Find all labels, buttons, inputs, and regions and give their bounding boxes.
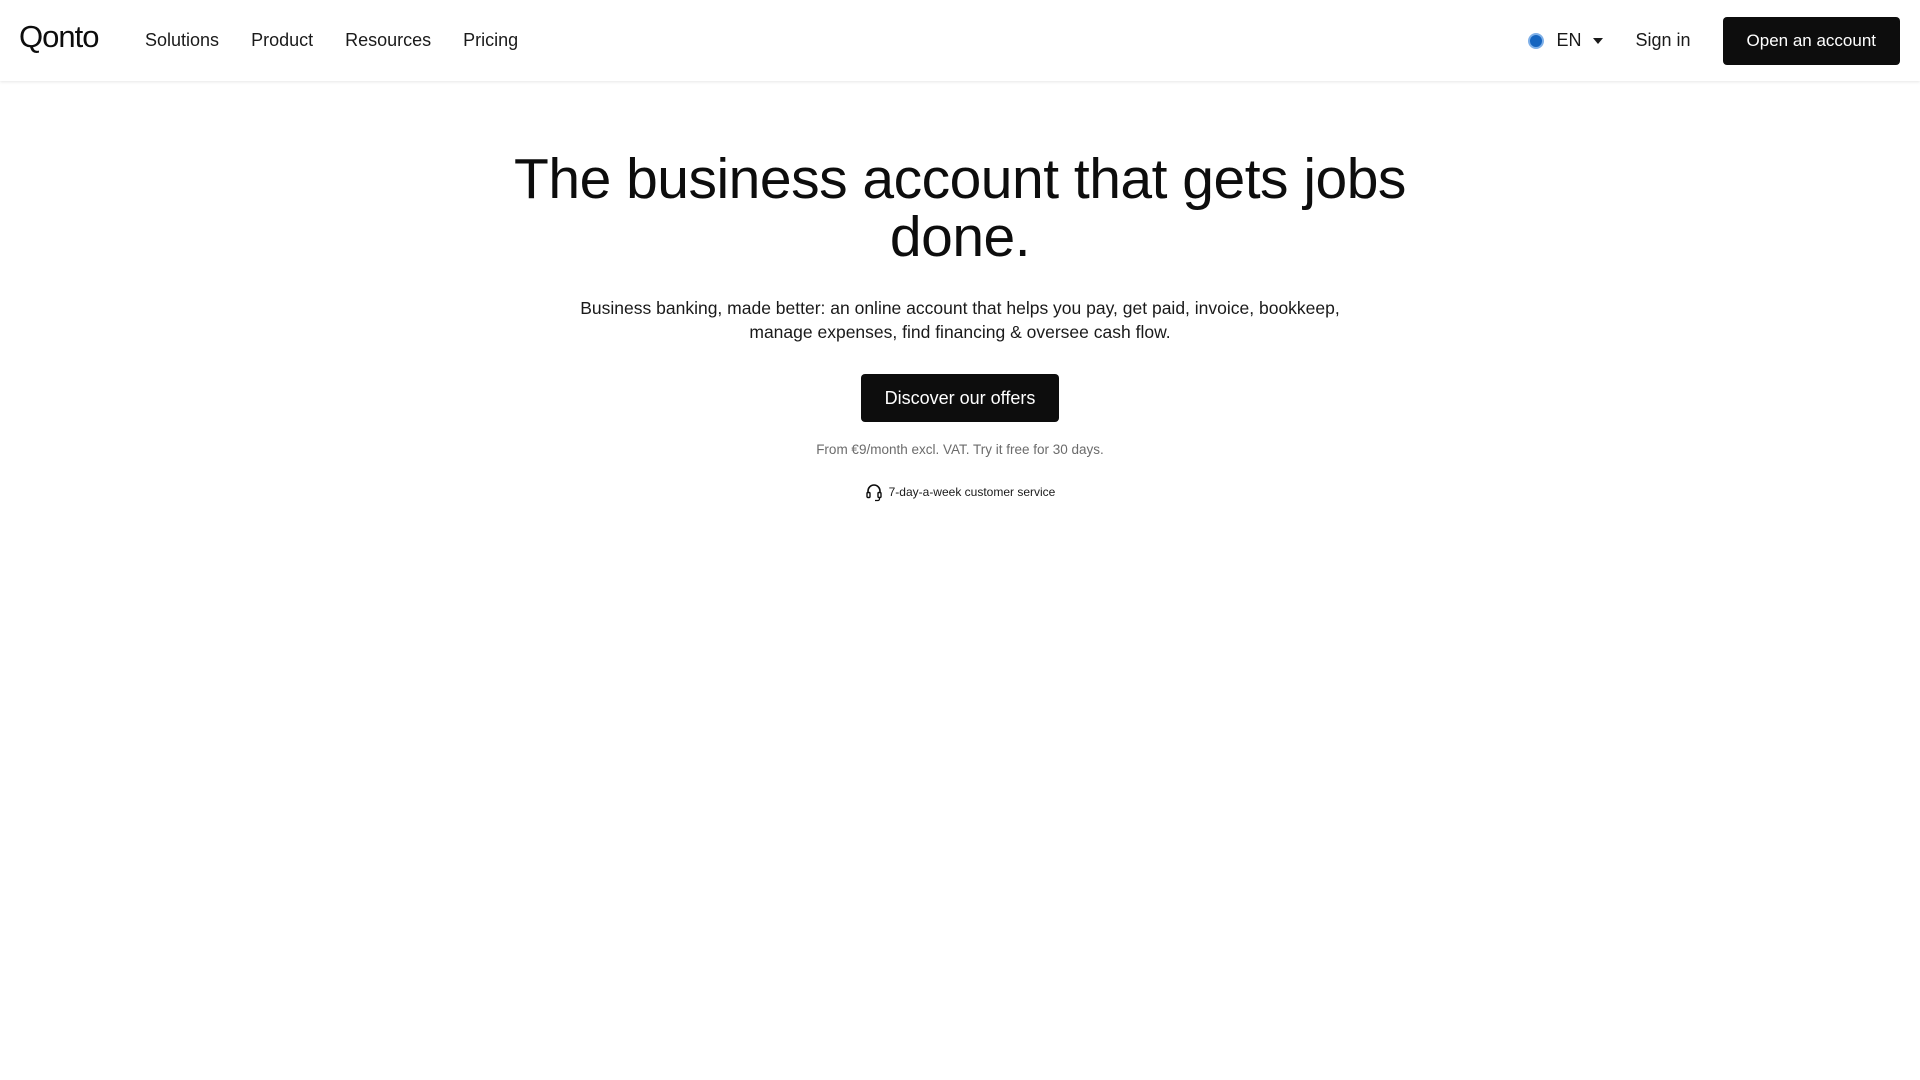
nav-item-product[interactable]: Product: [251, 30, 313, 51]
open-account-button[interactable]: Open an account: [1722, 16, 1900, 65]
customer-service-badge: 7-day-a-week customer service: [865, 482, 1056, 502]
nav-item-pricing[interactable]: Pricing: [463, 30, 518, 51]
language-label: EN: [1556, 30, 1582, 50]
caret-down-icon: [1593, 37, 1604, 44]
hero-subtitle: Business banking, made better: an online…: [580, 298, 1340, 342]
headset-icon: [865, 482, 883, 502]
nav-item-solutions[interactable]: Solutions: [145, 30, 219, 51]
customer-service-label: 7-day-a-week customer service: [888, 485, 1056, 499]
language-selector[interactable]: EN: [1528, 30, 1604, 51]
sign-in-link[interactable]: Sign in: [1635, 30, 1690, 51]
discover-offers-button[interactable]: Discover our offers: [860, 374, 1060, 422]
price-note: From €9/month excl. VAT. Try it free for…: [816, 442, 1104, 457]
hero-title: The business account that gets jobs done…: [514, 147, 1406, 269]
qonto-logo[interactable]: Qonto: [19, 17, 99, 57]
globe-icon: [1528, 32, 1545, 49]
header-actions: EN Sign in Open an account: [1528, 0, 1900, 81]
hero-section: The business account that gets jobs done…: [0, 150, 1920, 507]
main-nav: Solutions Product Resources Pricing: [145, 0, 550, 81]
top-navigation-bar: Qonto Solutions Product Resources Pricin…: [0, 0, 1920, 81]
nav-item-resources[interactable]: Resources: [345, 30, 431, 51]
